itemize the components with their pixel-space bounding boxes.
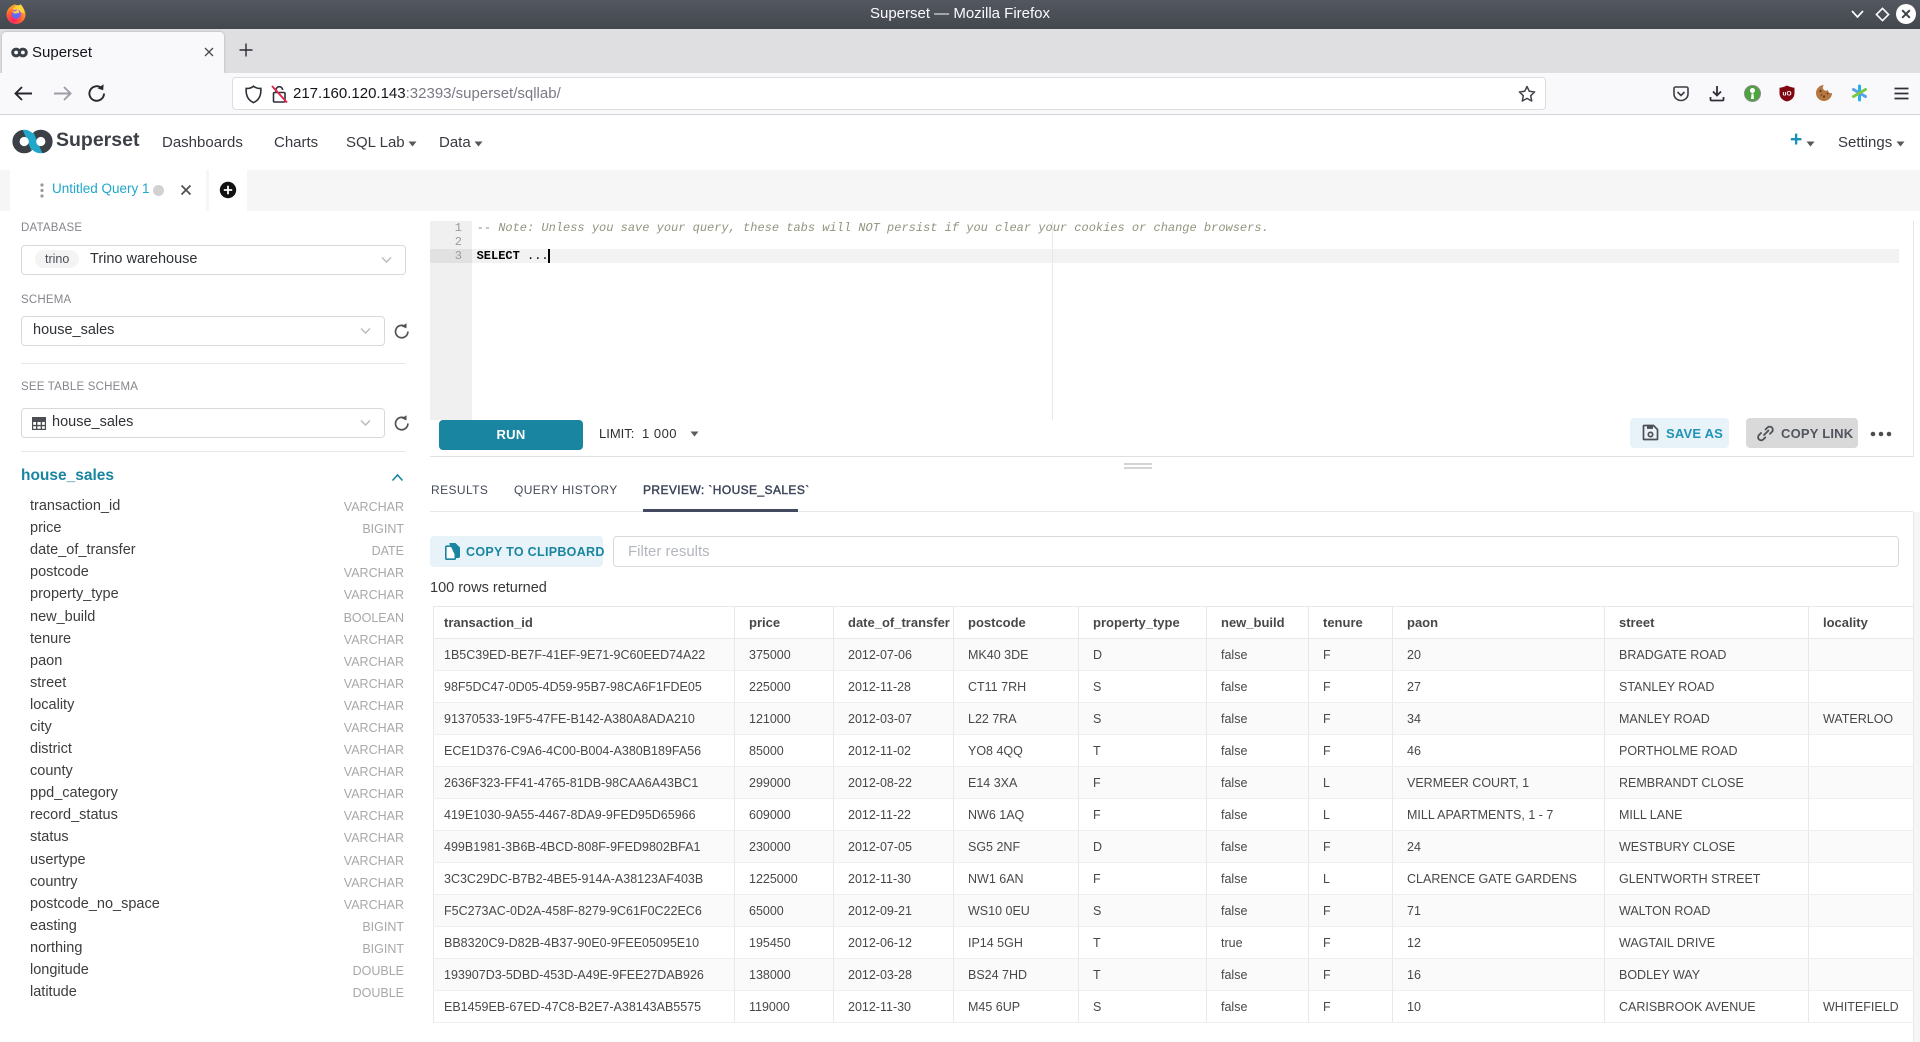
- svg-text:uO: uO: [1782, 91, 1791, 98]
